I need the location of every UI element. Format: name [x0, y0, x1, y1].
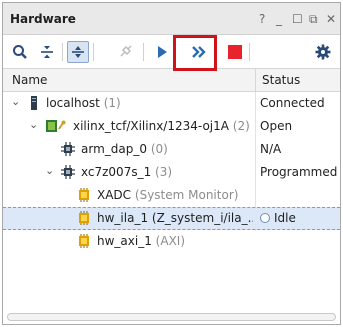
tree-row-suffix: (System Monitor): [134, 188, 239, 202]
stop-trigger-button[interactable]: [224, 41, 246, 63]
tree-row-hw-ila[interactable]: hw_ila_1 (Z_system_i/ila_... Idle: [3, 207, 340, 230]
tree-row-label: XADC: [97, 188, 132, 202]
chip-icon: [61, 142, 75, 156]
tree-row-label: hw_ila_1: [97, 211, 149, 225]
tree-row-suffix: (0): [150, 142, 168, 156]
column-divider[interactable]: [255, 69, 256, 92]
tree-row-localhost[interactable]: ⌄ localhost (1) Connected: [3, 92, 340, 115]
auto-connect-button[interactable]: [114, 41, 136, 63]
gear-icon: [315, 44, 331, 60]
search-button[interactable]: [9, 41, 31, 63]
column-header-status[interactable]: Status: [262, 73, 300, 87]
tree-row-hw-axi[interactable]: hw_axi_1 (AXI): [3, 230, 340, 253]
chevron-down-icon[interactable]: ⌄: [45, 164, 54, 177]
table-header: Name Status: [3, 68, 340, 92]
server-icon: [27, 96, 41, 110]
tree-row-label: localhost: [46, 96, 100, 110]
status-text: Open: [260, 119, 293, 133]
chevron-down-icon[interactable]: ⌄: [29, 118, 38, 131]
jtag-cable-icon: [45, 119, 67, 133]
panel-titlebar: Hardware ? _ ☐ ⧉ ✕: [3, 3, 340, 35]
tree-row-suffix: (3): [155, 165, 173, 179]
expand-all-icon: [72, 46, 84, 58]
help-icon[interactable]: ?: [259, 13, 265, 25]
status-text: Idle: [274, 211, 296, 225]
tree-row-suffix: (1): [103, 96, 121, 110]
toolbar-separator: [93, 43, 94, 61]
tree-row-suffix: (2): [232, 119, 250, 133]
status-text: Programmed: [260, 165, 338, 179]
minimize-icon[interactable]: _: [276, 13, 282, 25]
tree-row-label: xilinx_tcf/Xilinx/1234-oj1A: [73, 119, 229, 133]
collapse-all-icon: [41, 46, 53, 58]
tree-row-xadc[interactable]: XADC (System Monitor): [3, 184, 340, 207]
maximize-icon[interactable]: ☐: [292, 13, 303, 25]
status-text: Connected: [260, 96, 325, 110]
hardware-panel: Hardware ? _ ☐ ⧉ ✕ Name Status ⌄ localho…: [2, 2, 341, 325]
settings-button[interactable]: [312, 41, 334, 63]
core-icon: [77, 188, 91, 202]
tree-row-arm-dap[interactable]: arm_dap_0 (0) N/A: [3, 138, 340, 161]
float-icon[interactable]: ⧉: [309, 13, 318, 25]
toolbar-separator: [249, 43, 250, 61]
tree-row-jtag-target[interactable]: ⌄ xilinx_tcf/Xilinx/1234-oj1A (2) Open: [3, 115, 340, 138]
status-text: N/A: [260, 142, 282, 156]
close-icon[interactable]: ✕: [326, 13, 336, 25]
tree-row-label: xc7z007s_1: [81, 165, 152, 179]
toolbar-separator: [143, 43, 144, 61]
hardware-toolbar: [3, 36, 340, 68]
search-icon: [13, 45, 27, 59]
tree-row-suffix: (AXI): [155, 234, 186, 248]
tree-row-label: arm_dap_0: [81, 142, 147, 156]
tree-row-device[interactable]: ⌄ xc7z007s_1 (3) Programmed: [3, 161, 340, 184]
panel-title: Hardware: [10, 12, 76, 26]
idle-status-icon: [260, 213, 270, 223]
chevron-down-icon[interactable]: ⌄: [11, 95, 20, 108]
highlight-box: [173, 35, 217, 71]
expand-all-button[interactable]: [67, 41, 89, 63]
run-trigger-button[interactable]: [151, 41, 173, 63]
collapse-all-button[interactable]: [36, 41, 58, 63]
toolbar-separator: [62, 43, 63, 61]
horizontal-scrollbar[interactable]: [7, 313, 336, 321]
play-icon: [158, 46, 167, 58]
core-icon: [77, 211, 91, 225]
core-icon: [77, 234, 91, 248]
chip-icon: [61, 165, 75, 179]
plug-icon: [120, 45, 132, 57]
stop-icon: [228, 45, 242, 59]
tree-row-label: hw_axi_1: [97, 234, 152, 248]
column-header-name[interactable]: Name: [12, 73, 47, 87]
tree-row-suffix: (Z_system_i/ila_...: [151, 211, 253, 225]
